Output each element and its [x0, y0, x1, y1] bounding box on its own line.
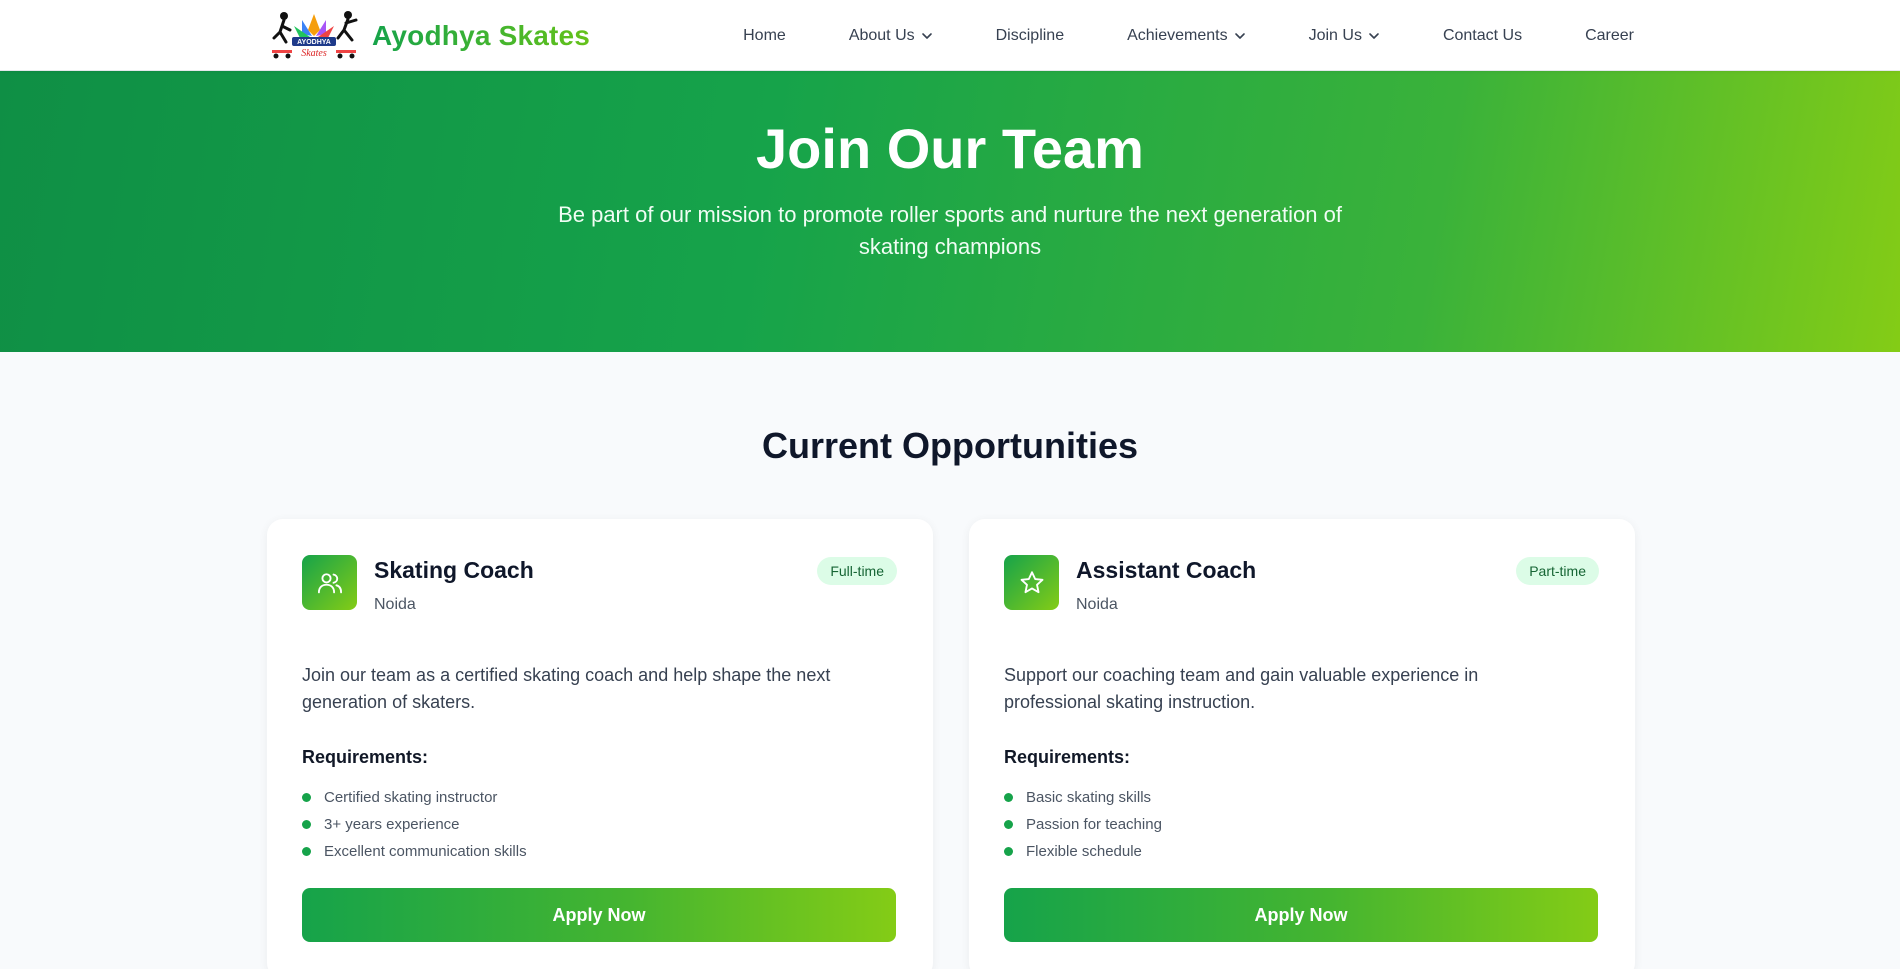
job-title: Skating Coach	[374, 557, 534, 583]
requirements-list: Certified skating instructor 3+ years ex…	[302, 784, 527, 865]
requirement-text: 3+ years experience	[324, 816, 460, 833]
job-description: Join our team as a certified skating coa…	[302, 665, 831, 712]
nav-home-label: Home	[743, 26, 786, 44]
job-title: Assistant Coach	[1076, 557, 1257, 583]
requirement-text: Basic skating skills	[1026, 789, 1152, 806]
nav-join-us-label: Join Us	[1308, 26, 1362, 44]
bullet-dot-icon	[1004, 820, 1013, 829]
nav-home[interactable]: Home	[743, 27, 786, 45]
hero-title: Join Our Team	[756, 117, 1144, 180]
chevron-down-icon	[1369, 32, 1379, 39]
hero-banner: Join Our Team Be part of our mission to …	[0, 71, 1900, 352]
job-type-badge: Full-time	[817, 557, 897, 585]
logo-wordmark: AYODHYA	[297, 39, 331, 46]
bullet-dot-icon	[1004, 847, 1013, 856]
job-type-badge: Part-time	[1516, 557, 1599, 585]
nav-contact-us[interactable]: Contact Us	[1443, 27, 1522, 45]
nav-about-us-label: About Us	[848, 26, 915, 44]
nav-about-us[interactable]: About Us	[849, 27, 933, 45]
brand-name[interactable]: Ayodhya Skates	[372, 20, 590, 52]
job-location: Noida	[1076, 596, 1118, 613]
header-inner: AYODHYA Skates Ayodhya Skates Home About…	[266, 0, 1634, 71]
requirements-list: Basic skating skills Passion for teachin…	[1004, 784, 1162, 865]
requirements-label: Requirements:	[1004, 747, 1131, 767]
site-header: AYODHYA Skates Ayodhya Skates Home About…	[0, 0, 1900, 71]
users-icon	[317, 572, 342, 593]
bullet-dot-icon	[302, 820, 311, 829]
opportunities-title: Current Opportunities	[762, 425, 1138, 466]
bullet-dot-icon	[302, 847, 311, 856]
apply-now-button[interactable]: Apply Now	[302, 888, 896, 942]
requirement-item: Certified skating instructor	[302, 784, 527, 811]
requirement-item: Flexible schedule	[1004, 838, 1162, 865]
bullet-dot-icon	[1004, 793, 1013, 802]
requirement-text: Passion for teaching	[1026, 816, 1162, 833]
nav-career[interactable]: Career	[1585, 27, 1634, 45]
requirements-label: Requirements:	[302, 747, 429, 767]
nav-discipline[interactable]: Discipline	[996, 27, 1064, 45]
chevron-down-icon	[1234, 32, 1245, 39]
requirement-item: Passion for teaching	[1004, 811, 1162, 838]
chevron-down-icon	[921, 32, 932, 39]
brand[interactable]: AYODHYA Skates Ayodhya Skates	[266, 8, 590, 64]
requirement-text: Excellent communication skills	[324, 843, 527, 860]
requirement-item: Excellent communication skills	[302, 838, 527, 865]
job-card-skating-coach: Skating Coach Noida Full-time Join our t…	[267, 519, 933, 969]
nav-career-label: Career	[1585, 26, 1634, 44]
bullet-dot-icon	[302, 793, 311, 802]
main-nav: Home About Us Discipline Achievements Jo…	[743, 0, 1634, 71]
requirement-text: Certified skating instructor	[324, 789, 498, 806]
hero-subtitle: Be part of our mission to promote roller…	[558, 202, 1342, 259]
nav-join-us[interactable]: Join Us	[1309, 27, 1380, 45]
star-icon	[1020, 570, 1043, 593]
job-location: Noida	[374, 596, 416, 613]
requirement-item: 3+ years experience	[302, 811, 527, 838]
job-icon-wrapper	[1004, 555, 1059, 610]
requirement-item: Basic skating skills	[1004, 784, 1162, 811]
requirement-text: Flexible schedule	[1026, 843, 1142, 860]
job-card-assistant-coach: Assistant Coach Noida Part-time Support …	[969, 519, 1635, 969]
nav-discipline-label: Discipline	[995, 26, 1065, 44]
job-icon-wrapper	[302, 555, 357, 610]
brand-logo[interactable]: AYODHYA Skates	[266, 8, 362, 64]
nav-achievements-label: Achievements	[1127, 26, 1228, 44]
logo-script: Skates	[301, 48, 327, 59]
nav-contact-us-label: Contact Us	[1442, 26, 1523, 44]
nav-achievements[interactable]: Achievements	[1127, 27, 1246, 45]
job-description: Support our coaching team and gain valua…	[1004, 665, 1479, 712]
apply-now-button[interactable]: Apply Now	[1004, 888, 1598, 942]
